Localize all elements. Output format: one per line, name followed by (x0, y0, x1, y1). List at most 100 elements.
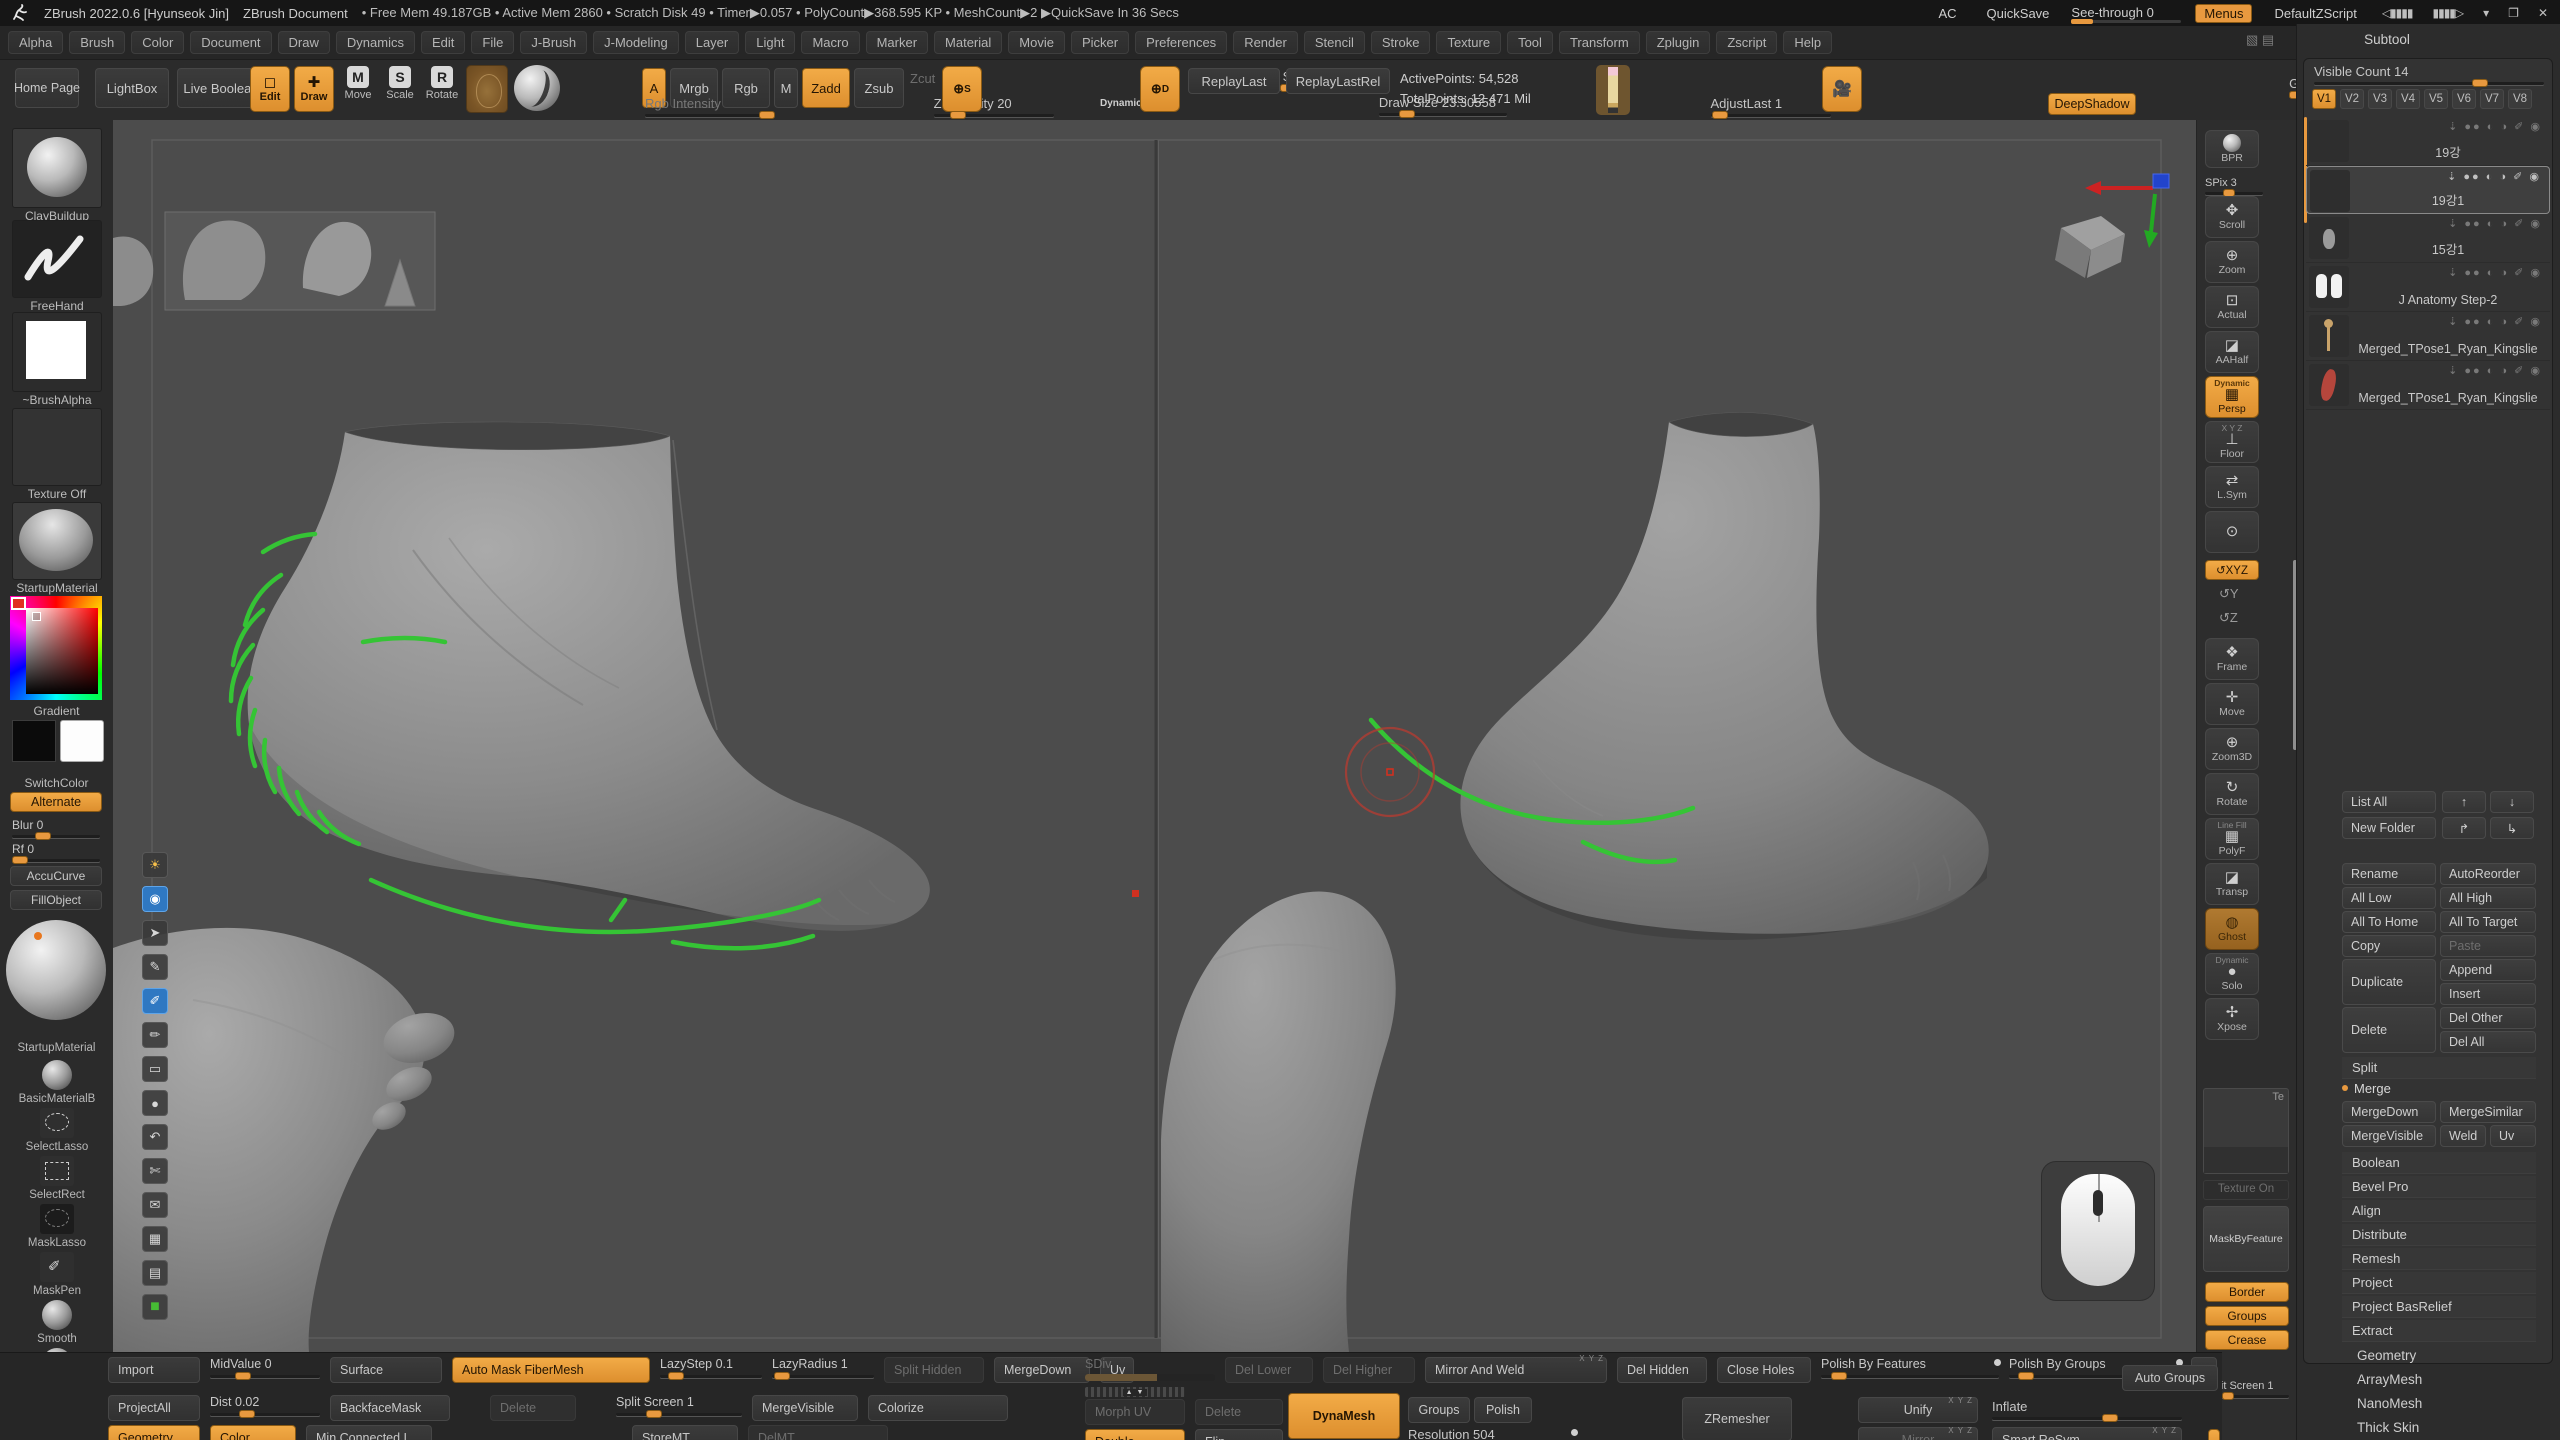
rf-slider[interactable]: Rf 0 (12, 842, 100, 862)
quick-tool-icon[interactable]: ↶ (142, 1124, 168, 1150)
subtool-row-selected[interactable]: ⇣ ●● ◐ ◑ ✐ ◉ 19강1 (2306, 166, 2550, 214)
menubar-extra-icons[interactable]: ▧ ▤ (2240, 32, 2280, 48)
footer-button[interactable]: Close Holes (1717, 1357, 1811, 1383)
current-material-sphere[interactable] (6, 920, 106, 1020)
texture-preview-box[interactable]: Te (2203, 1088, 2289, 1174)
paste-button[interactable]: Paste (2440, 935, 2536, 957)
dynamesh-button[interactable]: DynaMesh (1288, 1393, 1400, 1439)
bpr-render-button[interactable]: BPR (2205, 130, 2259, 168)
move-down-button[interactable]: ↓ (2490, 791, 2534, 813)
crease-button[interactable]: Crease (2205, 1330, 2289, 1350)
stroke-slot[interactable]: FreeHand (12, 220, 102, 313)
menu-item[interactable]: Picker (1071, 31, 1129, 54)
dynamic-mode-label[interactable]: Dynamic (1100, 98, 1142, 109)
thickskin-palette[interactable]: Thick Skin (2357, 1420, 2419, 1435)
tray-tool-button[interactable]: Dynamic ● Solo (2205, 953, 2259, 995)
delete-button[interactable]: Delete (2342, 1007, 2436, 1053)
footer-button[interactable]: DelMT (748, 1425, 888, 1440)
tray-tool-button[interactable]: ✛ Move (2205, 683, 2259, 725)
tray-tool-button[interactable]: ⊕ Zoom3D (2205, 728, 2259, 770)
sidebar-quick-item[interactable]: SelectLasso (12, 1108, 102, 1153)
remesh-section[interactable]: Remesh (2342, 1248, 2536, 1270)
left-tray-toggle-icon[interactable]: ◁▮▮▮▮ (2379, 6, 2416, 20)
merge-similar-button[interactable]: MergeSimilar (2440, 1101, 2536, 1123)
extract-section[interactable]: Extract (2342, 1320, 2536, 1342)
footer-button[interactable]: Del Higher (1323, 1357, 1415, 1383)
footer-button[interactable]: Colorize (868, 1395, 1008, 1421)
footer-button[interactable]: Double (1085, 1429, 1185, 1440)
quicksave-button[interactable]: QuickSave (1979, 5, 2058, 22)
border-button[interactable]: Border (2205, 1282, 2289, 1302)
sidebar-quick-item[interactable]: MaskLasso (12, 1204, 102, 1249)
left-foot-mesh[interactable] (248, 422, 930, 931)
footer-button[interactable]: Mirror And Weld X Y Z (1425, 1357, 1607, 1383)
menu-item[interactable]: Stencil (1304, 31, 1365, 54)
view-tab[interactable]: V1 (2312, 89, 2336, 109)
auto-reorder-button[interactable]: AutoReorder (2440, 863, 2536, 885)
restore-icon[interactable]: ❐ (2505, 6, 2521, 20)
footer-button[interactable]: Geometry (108, 1425, 200, 1440)
default-zscript-button[interactable]: DefaultZScript (2266, 5, 2364, 22)
deep-shadow-button[interactable]: DeepShadow (2048, 93, 2136, 115)
footer-button[interactable]: MergeVisible (752, 1395, 858, 1421)
menu-item[interactable]: J-Modeling (593, 31, 679, 54)
right-foot-mesh[interactable] (1460, 413, 1988, 940)
menu-item[interactable]: Preferences (1135, 31, 1227, 54)
groups-footer-button[interactable]: Groups (1408, 1397, 1470, 1423)
subtool-row-icons[interactable]: ⇣ ●● ◐ ◑ ✐ ◉ (2448, 217, 2542, 230)
subtool-row[interactable]: ⇣ ●● ◐ ◑ ✐ ◉ J Anatomy Step-2 (2306, 263, 2550, 312)
viewport-canvas[interactable]: ☀◉➤✎✐✏▭●↶✄✉▦▤■ (113, 120, 2196, 1352)
view-tab[interactable]: V7 (2480, 89, 2504, 109)
adjust-last-slider[interactable]: AdjustLast 1 (1711, 96, 1831, 117)
merge-section-label[interactable]: Merge (2342, 1081, 2391, 1096)
unify-button[interactable]: UnifyX Y Z (1858, 1397, 1978, 1423)
blur-slider[interactable]: Blur 0 (12, 818, 100, 838)
menu-item[interactable]: Draw (278, 31, 330, 54)
weld-button[interactable]: Weld (2440, 1125, 2486, 1147)
rgb-intensity-slider[interactable]: Rgb Intensity (645, 96, 775, 117)
subtool-row-icons[interactable]: ⇣ ●● ◐ ◑ ✐ ◉ (2447, 170, 2541, 183)
footer-button[interactable]: Color (210, 1425, 296, 1440)
move-button[interactable]: M Move (336, 66, 380, 101)
view-tab[interactable]: V3 (2368, 89, 2392, 109)
replay-last-rel-button[interactable]: ReplayLastRel (1286, 68, 1390, 94)
see-through-slider[interactable]: See-through 0 (2071, 4, 2181, 23)
tray-tool-button[interactable]: ❖ Frame (2205, 638, 2259, 680)
quick-tool-icon[interactable]: ▤ (142, 1260, 168, 1286)
footer-button[interactable]: Delete (1195, 1399, 1283, 1425)
fill-object-button[interactable]: FillObject (10, 890, 102, 910)
move-up-button[interactable]: ↑ (2442, 791, 2486, 813)
tray-tool-button[interactable]: ⇄ L.Sym (2205, 466, 2259, 508)
menu-item[interactable]: Dynamics (336, 31, 415, 54)
project-basrelief-section[interactable]: Project BasRelief (2342, 1296, 2536, 1318)
alternate-button[interactable]: Alternate (10, 792, 102, 812)
quick-tool-icon[interactable]: ✉ (142, 1192, 168, 1218)
all-to-target-button[interactable]: All To Target (2440, 911, 2536, 933)
quick-tool-icon[interactable]: ✐ (142, 988, 168, 1014)
menu-item[interactable]: Zscript (1716, 31, 1777, 54)
sidebar-quick-item[interactable]: MaskPen (12, 1252, 102, 1297)
lightbox-button[interactable]: LightBox (95, 68, 169, 108)
resolution-slider[interactable]: Resolution 504 (1408, 1427, 1568, 1440)
inflate-slider[interactable]: Inflate (1992, 1399, 2182, 1420)
sdiv-stepper[interactable]: ▲ ▼ (1085, 1387, 1185, 1397)
footer-button[interactable]: ProjectAll (108, 1395, 200, 1421)
home-page-button[interactable]: Home Page (15, 68, 79, 108)
subtool-row-icons[interactable]: ⇣ ●● ◐ ◑ ✐ ◉ (2448, 266, 2542, 279)
visible-count-slider[interactable]: Visible Count 14 (2314, 64, 2544, 85)
zadd-button[interactable]: Zadd (802, 68, 850, 108)
footer-button[interactable]: LazyStep 0.1 (660, 1357, 762, 1383)
tray-tool-button[interactable]: ◪ AAHalf (2205, 331, 2259, 373)
footer-button[interactable]: BackfaceMask (330, 1395, 450, 1421)
clipped-orange-button[interactable] (2208, 1429, 2220, 1440)
color-picker[interactable] (10, 596, 102, 700)
subtool-row[interactable]: ⇣ ●● ◐ ◑ ✐ ◉ 15강1 (2306, 214, 2550, 263)
rotate-button[interactable]: R Rotate (420, 66, 464, 101)
menu-item[interactable]: J-Brush (520, 31, 587, 54)
tray-tool-button[interactable]: Dynamic ▦ Persp (2205, 376, 2259, 418)
menu-item[interactable]: Alpha (8, 31, 63, 54)
append-button[interactable]: Append (2440, 959, 2536, 981)
subtool-row-icons[interactable]: ⇣ ●● ◐ ◑ ✐ ◉ (2448, 120, 2542, 133)
menu-item[interactable]: Light (745, 31, 795, 54)
menu-item[interactable]: Tool (1507, 31, 1553, 54)
